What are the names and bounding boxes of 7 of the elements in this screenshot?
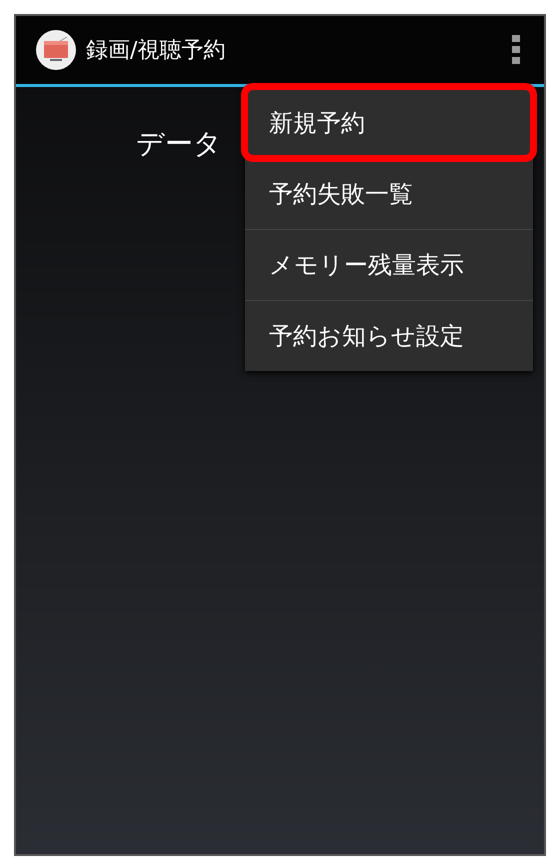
- status-message: データ: [136, 126, 222, 162]
- menu-item[interactable]: メモリー残量表示: [245, 229, 533, 300]
- overflow-menu-icon[interactable]: [512, 35, 520, 65]
- menu-item[interactable]: 予約お知らせ設定: [245, 300, 533, 371]
- app-title: 録画/視聴予約: [86, 37, 226, 65]
- menu-item[interactable]: 予約失敗一覧: [245, 158, 533, 229]
- tv-icon: [36, 30, 76, 70]
